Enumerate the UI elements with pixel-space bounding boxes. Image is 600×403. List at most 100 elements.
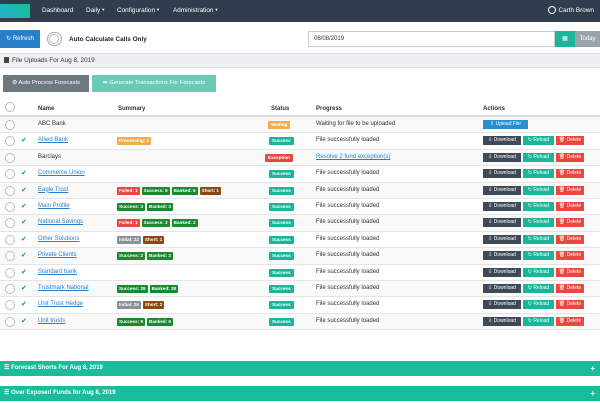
download-button[interactable]: ⇩ Download	[483, 251, 521, 261]
generate-transactions-button[interactable]: ➦ Generate Transactions For Forecasts	[92, 75, 216, 92]
auto-process-forecasts-button[interactable]: ⚙ Auto Process Forecasts	[3, 75, 89, 92]
delete-button[interactable]: 🗑 Delete	[556, 152, 584, 162]
panel-forecast-shorts-title: Forecast Shorts For Aug 8, 2019	[11, 365, 103, 371]
download-button[interactable]: ⇩ Download	[483, 283, 521, 293]
row-checkbox[interactable]	[5, 201, 15, 212]
nav-dashboard[interactable]: Dashboard	[42, 7, 73, 14]
reload-button[interactable]: ↻ Reload	[523, 185, 554, 195]
row-progress: File successfully loaded	[316, 252, 380, 259]
section-header: File Uploads For Aug 8, 2019	[0, 53, 600, 68]
reload-button[interactable]: ↻ Reload	[523, 316, 554, 326]
date-input[interactable]: 08/08/2019	[308, 31, 555, 47]
panel-over-exposed-title: Over Exposed Funds for Aug 8, 2019	[11, 390, 116, 396]
row-name[interactable]: Commerce Union	[38, 170, 85, 176]
row-name[interactable]: Main Profile	[38, 203, 70, 209]
nav-daily[interactable]: Daily▼	[86, 7, 105, 14]
reload-icon: ↻	[527, 153, 532, 160]
download-button[interactable]: ⇩ Download	[483, 218, 521, 228]
reload-button[interactable]: ↻ Reload	[523, 300, 554, 310]
row-name[interactable]: Trustmark National	[38, 285, 88, 291]
row-checkbox[interactable]	[5, 300, 15, 311]
nav-configuration[interactable]: Configuration▼	[117, 7, 160, 14]
row-progress: File successfully loaded	[316, 284, 380, 291]
reload-button[interactable]: ↻ Reload	[523, 283, 554, 293]
today-button[interactable]: Today	[575, 31, 600, 47]
summary-badge: Short: 1	[199, 186, 221, 195]
reload-button[interactable]: ↻ Reload	[523, 218, 554, 228]
user-menu[interactable]: Carth Brown	[548, 6, 594, 14]
reload-button[interactable]: ↻ Reload	[523, 267, 554, 277]
reload-button[interactable]: ↻ Reload	[523, 234, 554, 244]
auto-calculate-toggle[interactable]	[47, 32, 62, 46]
row-checkbox[interactable]	[5, 136, 15, 147]
delete-button[interactable]: 🗑 Delete	[556, 251, 584, 261]
trash-icon: 🗑	[558, 219, 566, 226]
status-badge: Success	[269, 170, 294, 179]
download-button[interactable]: ⇩ Download	[483, 136, 521, 146]
row-checkbox[interactable]	[5, 234, 15, 245]
row-name[interactable]: Other Solutions	[38, 236, 79, 242]
row-name[interactable]: Unit Trust Hedge	[38, 301, 83, 307]
row-name[interactable]: Eagle Trust	[38, 187, 68, 193]
select-all-checkbox[interactable]	[5, 102, 15, 112]
delete-label: Delete	[566, 202, 582, 209]
download-button[interactable]: ⇩ Download	[483, 316, 521, 326]
table-row: ✔ Other Solutions Initial: 22 Short: 1 Succe…	[0, 232, 600, 249]
reload-button[interactable]: ↻ Reload	[523, 169, 554, 179]
reload-button[interactable]: ↻ Reload	[523, 251, 554, 261]
nav-administration[interactable]: Administration▼	[173, 7, 218, 14]
row-checkbox[interactable]	[5, 185, 15, 196]
delete-button[interactable]: 🗑 Delete	[556, 218, 584, 228]
check-icon: ✔	[21, 202, 27, 210]
row-checkbox[interactable]	[5, 316, 15, 327]
panel-forecast-shorts[interactable]: ☰ Forecast Shorts For Aug 8, 2019 +	[0, 361, 600, 376]
check-icon: ✔	[21, 186, 27, 194]
row-name[interactable]: Private Clients	[38, 252, 77, 258]
delete-button[interactable]: 🗑 Delete	[556, 201, 584, 211]
refresh-button[interactable]: ↻ Refresh	[0, 30, 40, 48]
delete-label: Delete	[566, 153, 582, 160]
download-button[interactable]: ⇩ Download	[483, 300, 521, 310]
row-summary: Processing: 1	[117, 137, 153, 146]
row-checkbox[interactable]	[5, 120, 15, 130]
row-name[interactable]: National Savings	[38, 219, 83, 225]
row-progress[interactable]: Resolve 2 fund exception(s)	[316, 154, 390, 160]
delete-button[interactable]: 🗑 Delete	[556, 169, 584, 179]
row-checkbox[interactable]	[5, 267, 15, 278]
auto-calculate-label: Auto Calculate Calls Only	[69, 36, 147, 43]
download-button[interactable]: ⇩ Download	[483, 185, 521, 195]
download-button[interactable]: ⇩ Download	[483, 234, 521, 244]
row-name[interactable]: Unit trusts	[38, 318, 65, 324]
row-checkbox[interactable]	[5, 218, 15, 229]
row-checkbox[interactable]	[5, 169, 15, 180]
delete-button[interactable]: 🗑 Delete	[556, 185, 584, 195]
download-button[interactable]: ⇩ Download	[483, 169, 521, 179]
download-button[interactable]: ⇩ Download	[483, 152, 521, 162]
app-logo[interactable]	[0, 4, 30, 18]
status-badge: Success	[269, 235, 294, 244]
plus-icon[interactable]: +	[590, 361, 595, 376]
delete-button[interactable]: 🗑 Delete	[556, 136, 584, 146]
upload-file-button[interactable]: ⇧ Upload File	[483, 120, 528, 129]
row-name[interactable]: Standard bank	[38, 269, 77, 275]
chevron-down-icon: ▼	[101, 7, 106, 12]
row-checkbox[interactable]	[5, 283, 15, 294]
download-label: Download	[493, 219, 516, 226]
delete-button[interactable]: 🗑 Delete	[556, 267, 584, 277]
row-checkbox[interactable]	[5, 251, 15, 262]
row-checkbox[interactable]	[5, 152, 15, 163]
delete-button[interactable]: 🗑 Delete	[556, 234, 584, 244]
panel-over-exposed-funds[interactable]: ☰ Over Exposed Funds for Aug 8, 2019 +	[0, 386, 600, 401]
delete-button[interactable]: 🗑 Delete	[556, 300, 584, 310]
delete-button[interactable]: 🗑 Delete	[556, 316, 584, 326]
row-name[interactable]: Allied Bank	[38, 137, 68, 143]
reload-button[interactable]: ↻ Reload	[523, 152, 554, 162]
calendar-button[interactable]: ▦	[555, 31, 575, 47]
delete-button[interactable]: 🗑 Delete	[556, 283, 584, 293]
download-button[interactable]: ⇩ Download	[483, 201, 521, 211]
table-row: Barclays Exception Resolve 2 fund exceptio…	[0, 149, 600, 167]
reload-button[interactable]: ↻ Reload	[523, 201, 554, 211]
download-button[interactable]: ⇩ Download	[483, 267, 521, 277]
plus-icon[interactable]: +	[590, 386, 595, 401]
reload-button[interactable]: ↻ Reload	[523, 136, 554, 146]
